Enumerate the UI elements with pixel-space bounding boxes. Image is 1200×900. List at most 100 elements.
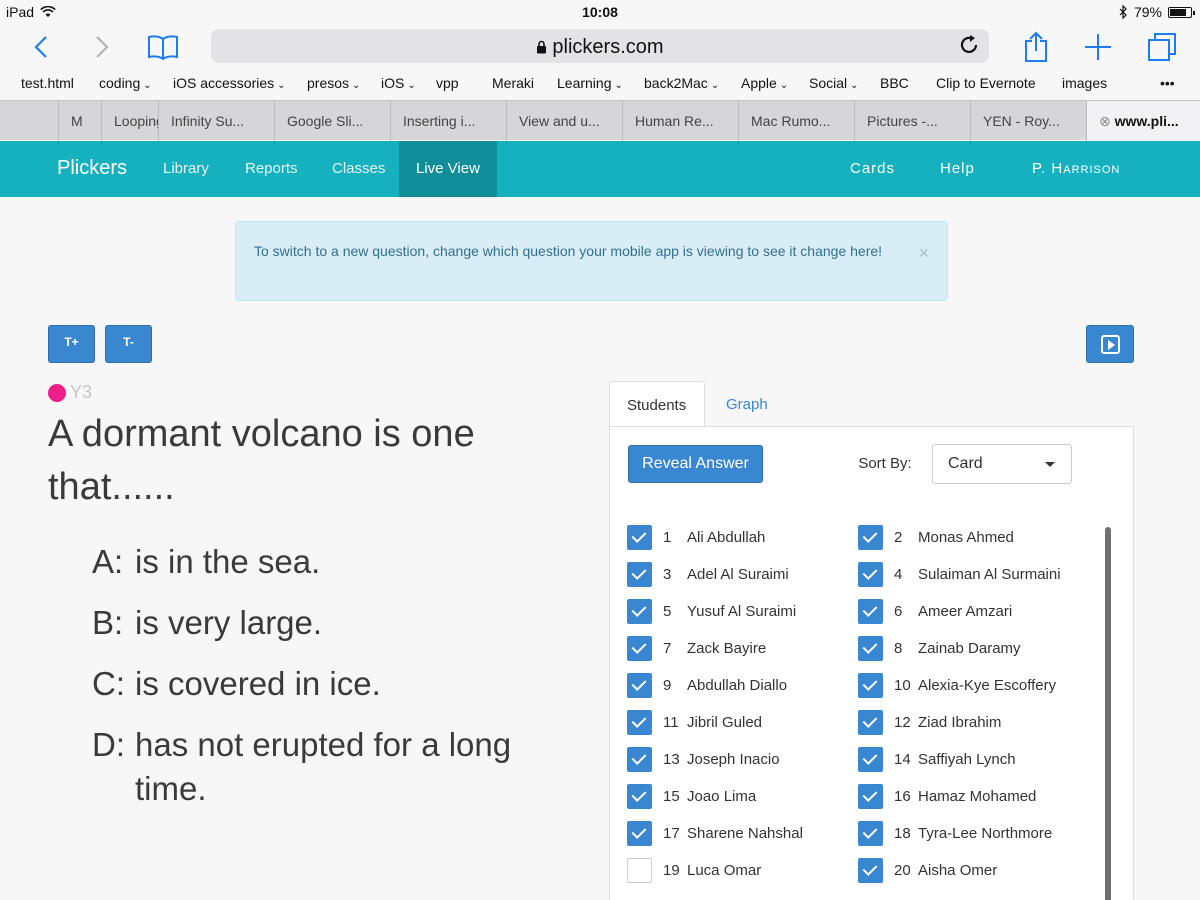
decrease-text-button[interactable]: T- — [105, 325, 152, 363]
student-row: 6 Ameer Amzari — [858, 598, 1012, 624]
bookmark-item[interactable]: iOS accessories ⌄ — [173, 75, 286, 91]
nav-live-view[interactable]: Live View — [399, 141, 497, 197]
tab-graph[interactable]: Graph — [726, 381, 768, 427]
student-checkbox[interactable] — [858, 524, 883, 550]
bookmark-item[interactable]: Apple ⌄ — [741, 75, 788, 91]
bookmark-label: Meraki — [492, 75, 535, 91]
info-alert: To switch to a new question, change whic… — [235, 221, 948, 301]
bookmark-item[interactable]: images — [1062, 75, 1107, 91]
student-checkbox[interactable] — [627, 635, 652, 661]
student-checkbox[interactable] — [627, 783, 652, 809]
student-name: Yusuf Al Suraimi — [687, 602, 797, 620]
sort-select[interactable]: Card — [932, 444, 1072, 484]
bookmark-item[interactable]: test.html — [21, 75, 74, 91]
bookmarks-button[interactable] — [143, 28, 183, 66]
nav-cards[interactable]: Cards — [850, 160, 895, 177]
browser-tab[interactable]: M — [58, 101, 101, 141]
present-button[interactable] — [1086, 325, 1134, 363]
student-checkbox[interactable] — [858, 561, 883, 587]
bookmark-item[interactable]: Clip to Evernote — [936, 75, 1036, 91]
student-checkbox[interactable] — [627, 709, 652, 735]
answer-text: is very large. — [135, 604, 323, 641]
student-checkbox[interactable] — [858, 635, 883, 661]
bookmark-item[interactable]: vpp — [436, 75, 459, 91]
bookmark-item[interactable]: presos ⌄ — [307, 75, 360, 91]
student-checkbox[interactable] — [858, 598, 883, 624]
student-checkbox[interactable] — [627, 672, 652, 698]
nav-library[interactable]: Library — [163, 160, 209, 177]
reload-icon[interactable] — [957, 33, 981, 57]
card-number: 17 — [663, 824, 680, 842]
browser-tab[interactable]: Mac Rumo... — [738, 101, 854, 141]
student-checkbox[interactable] — [858, 672, 883, 698]
bookmark-item[interactable]: iOS ⌄ — [381, 75, 416, 91]
more-bookmarks-button[interactable]: ••• — [1160, 75, 1175, 91]
browser-tab[interactable]: View and u... — [506, 101, 622, 141]
close-tab-icon[interactable]: ⊗ — [1099, 113, 1115, 129]
new-tab-button[interactable] — [1078, 28, 1118, 66]
student-checkbox[interactable] — [858, 857, 883, 883]
sort-value: Card — [948, 455, 983, 472]
browser-tab[interactable]: Google Sli... — [274, 101, 390, 141]
class-label: Y3 — [70, 382, 93, 402]
browser-tab-label: YEN - Roy... — [983, 113, 1060, 129]
student-checkbox[interactable] — [858, 746, 883, 772]
address-bar[interactable]: plickers.com — [211, 29, 989, 63]
browser-tab[interactable]: Human Re... — [622, 101, 738, 141]
brand-logo[interactable]: Plickers — [57, 157, 127, 180]
browser-tab[interactable]: Infinity Su... — [158, 101, 274, 141]
scrollbar[interactable] — [1105, 527, 1111, 900]
browser-tab-strip: M Looping Infinity Su... Google Sli... Inser… — [0, 100, 1200, 141]
share-button[interactable] — [1016, 28, 1056, 66]
bookmark-label: coding — [99, 75, 141, 91]
answer-key: C: — [92, 665, 125, 702]
status-bar: iPad 10:08 79% — [0, 0, 1200, 24]
answer-key: D: — [92, 726, 125, 763]
bookmark-item[interactable]: Learning ⌄ — [557, 75, 623, 91]
bookmark-item[interactable]: BBC — [880, 75, 909, 91]
close-icon[interactable]: × — [918, 242, 929, 264]
bookmarks-bar: test.html coding ⌄ iOS accessories ⌄ presos ⌄ i… — [0, 70, 1200, 98]
chevron-down-icon: ⌄ — [614, 80, 623, 91]
student-checkbox[interactable] — [627, 746, 652, 772]
student-name: Saffiyah Lynch — [918, 750, 1016, 768]
student-checkbox[interactable] — [627, 857, 652, 883]
student-checkbox[interactable] — [858, 709, 883, 735]
student-checkbox[interactable] — [627, 524, 652, 550]
student-row: 18 Tyra-Lee Northmore — [858, 820, 1052, 846]
student-checkbox[interactable] — [627, 820, 652, 846]
student-checkbox[interactable] — [858, 783, 883, 809]
nav-user[interactable]: P. Harrison — [1032, 160, 1120, 177]
student-checkbox[interactable] — [627, 598, 652, 624]
nav-classes[interactable]: Classes — [332, 160, 385, 177]
answer-option: C: is covered in ice. — [92, 662, 515, 706]
bookmark-item[interactable]: Social ⌄ — [809, 75, 859, 91]
increase-text-button[interactable]: T+ — [48, 325, 95, 363]
student-checkbox[interactable] — [858, 820, 883, 846]
nav-reports[interactable]: Reports — [245, 160, 298, 177]
student-checkbox[interactable] — [627, 561, 652, 587]
browser-tab[interactable]: ⊗ www.pli... — [1086, 101, 1200, 141]
browser-tab[interactable]: Pictures -... — [854, 101, 970, 141]
student-name: Adel Al Suraimi — [687, 565, 789, 583]
nav-help[interactable]: Help — [940, 160, 975, 177]
reveal-answer-button[interactable]: Reveal Answer — [628, 445, 763, 483]
card-number: 4 — [894, 565, 903, 583]
plickers-navbar: Plickers Library Reports Classes Live Vi… — [0, 141, 1200, 197]
browser-tab[interactable]: YEN - Roy... — [970, 101, 1086, 141]
student-row: 13 Joseph Inacio — [627, 746, 780, 772]
bookmark-item[interactable]: Meraki — [492, 75, 534, 91]
increase-text-label: T+ — [64, 335, 79, 349]
lock-icon — [537, 40, 547, 54]
bookmark-item[interactable]: back2Mac ⌄ — [644, 75, 719, 91]
student-row: 16 Hamaz Mohamed — [858, 783, 1036, 809]
browser-tab[interactable]: Inserting i... — [390, 101, 506, 141]
url-text: plickers.com — [211, 36, 989, 59]
bluetooth-icon — [1119, 5, 1127, 19]
bookmark-item[interactable]: coding ⌄ — [99, 75, 152, 91]
tab-students[interactable]: Students — [609, 381, 705, 427]
browser-tab[interactable]: Looping — [101, 101, 158, 141]
tabs-overview-button[interactable] — [1142, 28, 1182, 66]
forward-button[interactable] — [82, 28, 122, 66]
back-button[interactable] — [21, 28, 61, 66]
